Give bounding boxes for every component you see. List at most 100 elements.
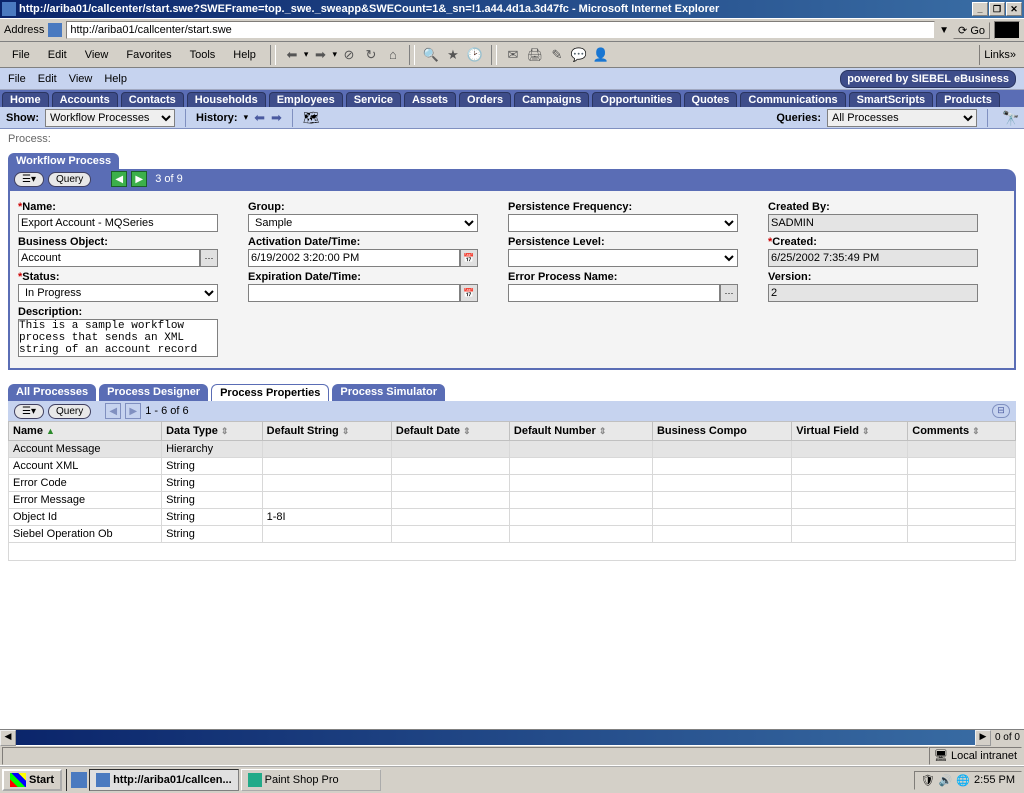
table-cell[interactable]	[908, 492, 1016, 509]
table-cell[interactable]: Account XML	[9, 458, 162, 475]
error-field[interactable]	[508, 284, 720, 302]
table-cell[interactable]	[792, 509, 908, 526]
table-cell[interactable]	[262, 441, 391, 458]
siebel-menu-edit[interactable]: Edit	[38, 73, 57, 85]
history-back-icon[interactable]: ⬅	[254, 110, 265, 126]
ie-menu-help[interactable]: Help	[225, 47, 264, 63]
expiration-field[interactable]	[248, 284, 460, 302]
status-dropdown[interactable]: In Progress	[18, 284, 218, 302]
prev-record-button[interactable]: ◀	[111, 171, 127, 187]
ie-menu-file[interactable]: File	[4, 47, 38, 63]
table-cell[interactable]	[391, 492, 509, 509]
tab-contacts[interactable]: Contacts	[121, 92, 184, 107]
table-cell[interactable]	[509, 441, 652, 458]
next-record-button[interactable]: ▶	[131, 171, 147, 187]
tab-communications[interactable]: Communications	[740, 92, 845, 107]
table-cell[interactable]	[908, 475, 1016, 492]
table-cell[interactable]	[391, 526, 509, 543]
table-cell[interactable]: 1-8I	[262, 509, 391, 526]
table-cell[interactable]	[792, 492, 908, 509]
list-menu-button[interactable]: ☰▾	[14, 404, 44, 419]
tab-orders[interactable]: Orders	[459, 92, 511, 107]
col-defnum[interactable]: Default Number ⇕	[509, 422, 652, 441]
table-cell[interactable]	[792, 458, 908, 475]
taskbar-ie[interactable]: http://ariba01/callcen...	[89, 769, 239, 791]
plevel-dropdown[interactable]	[508, 249, 738, 267]
table-cell[interactable]: Object Id	[9, 509, 162, 526]
address-input[interactable]	[66, 21, 935, 39]
collapse-icon[interactable]: ⊟	[992, 404, 1010, 418]
edit-icon[interactable]: ✎	[547, 45, 567, 65]
siebel-menu-file[interactable]: File	[8, 73, 26, 85]
desc-field[interactable]: This is a sample workflow process that s…	[18, 319, 218, 357]
siebel-menu-view[interactable]: View	[69, 73, 93, 85]
tab-all-processes[interactable]: All Processes	[8, 384, 96, 401]
table-cell[interactable]: Hierarchy	[162, 441, 263, 458]
mail-icon[interactable]: ✉	[503, 45, 523, 65]
siebel-menu-help[interactable]: Help	[104, 73, 127, 85]
tab-smartscripts[interactable]: SmartScripts	[849, 92, 933, 107]
tab-households[interactable]: Households	[187, 92, 266, 107]
home-icon[interactable]: ⌂	[383, 45, 403, 65]
ie-menu-favorites[interactable]: Favorites	[118, 47, 179, 63]
ie-menu-tools[interactable]: Tools	[182, 47, 224, 63]
table-cell[interactable]	[509, 526, 652, 543]
query-button[interactable]: Query	[48, 172, 91, 187]
table-cell[interactable]	[908, 441, 1016, 458]
table-cell[interactable]	[652, 458, 791, 475]
taskbar-psp[interactable]: Paint Shop Pro	[241, 769, 381, 791]
table-cell[interactable]	[652, 441, 791, 458]
bo-field[interactable]	[18, 249, 200, 267]
table-cell[interactable]	[652, 492, 791, 509]
ie-menu-view[interactable]: View	[77, 47, 117, 63]
tab-process-simulator[interactable]: Process Simulator	[332, 384, 445, 401]
tab-products[interactable]: Products	[936, 92, 1000, 107]
quicklaunch-icon[interactable]	[71, 772, 87, 788]
history-forward-icon[interactable]: ➡	[271, 110, 282, 126]
col-bc[interactable]: Business Compo	[652, 422, 791, 441]
tab-process-properties[interactable]: Process Properties	[211, 384, 329, 401]
activation-field[interactable]	[248, 249, 460, 267]
tab-service[interactable]: Service	[346, 92, 401, 107]
restore-button[interactable]: ❐	[989, 2, 1005, 16]
list-prev-button[interactable]: ◀	[105, 403, 121, 419]
pfreq-dropdown[interactable]	[508, 214, 738, 232]
tab-accounts[interactable]: Accounts	[52, 92, 118, 107]
table-cell[interactable]: String	[162, 458, 263, 475]
table-cell[interactable]	[262, 492, 391, 509]
table-cell[interactable]	[262, 458, 391, 475]
tray-icon[interactable]: 🌐	[956, 774, 970, 787]
tab-assets[interactable]: Assets	[404, 92, 456, 107]
refresh-icon[interactable]: ↻	[361, 45, 381, 65]
table-cell[interactable]	[509, 509, 652, 526]
table-cell[interactable]	[792, 475, 908, 492]
binoculars-icon[interactable]: 🔭	[1002, 110, 1018, 126]
table-cell[interactable]	[908, 509, 1016, 526]
activation-calendar-icon[interactable]: 📅	[460, 249, 478, 267]
table-cell[interactable]: Account Message	[9, 441, 162, 458]
table-cell[interactable]: Error Code	[9, 475, 162, 492]
table-cell[interactable]	[509, 475, 652, 492]
table-cell[interactable]	[792, 441, 908, 458]
group-dropdown[interactable]: Sample	[248, 214, 478, 232]
discuss-icon[interactable]: 💬	[569, 45, 589, 65]
bo-pick-icon[interactable]: ⋯	[200, 249, 218, 267]
col-comments[interactable]: Comments ⇕	[908, 422, 1016, 441]
table-cell[interactable]: Siebel Operation Ob	[9, 526, 162, 543]
table-cell[interactable]	[391, 458, 509, 475]
show-dropdown[interactable]: Workflow Processes	[45, 109, 175, 127]
favorites-icon[interactable]: ★	[443, 45, 463, 65]
table-cell[interactable]	[652, 475, 791, 492]
table-cell[interactable]: Error Message	[9, 492, 162, 509]
close-button[interactable]: ✕	[1006, 2, 1022, 16]
name-field[interactable]	[18, 214, 218, 232]
links-label[interactable]: Links »	[978, 45, 1020, 65]
col-defdate[interactable]: Default Date ⇕	[391, 422, 509, 441]
stop-icon[interactable]: ⊘	[339, 45, 359, 65]
table-cell[interactable]	[391, 475, 509, 492]
error-pick-icon[interactable]: ⋯	[720, 284, 738, 302]
table-cell[interactable]	[652, 526, 791, 543]
col-datatype[interactable]: Data Type ⇕	[162, 422, 263, 441]
col-name[interactable]: Name ▲	[9, 422, 162, 441]
table-cell[interactable]	[262, 526, 391, 543]
